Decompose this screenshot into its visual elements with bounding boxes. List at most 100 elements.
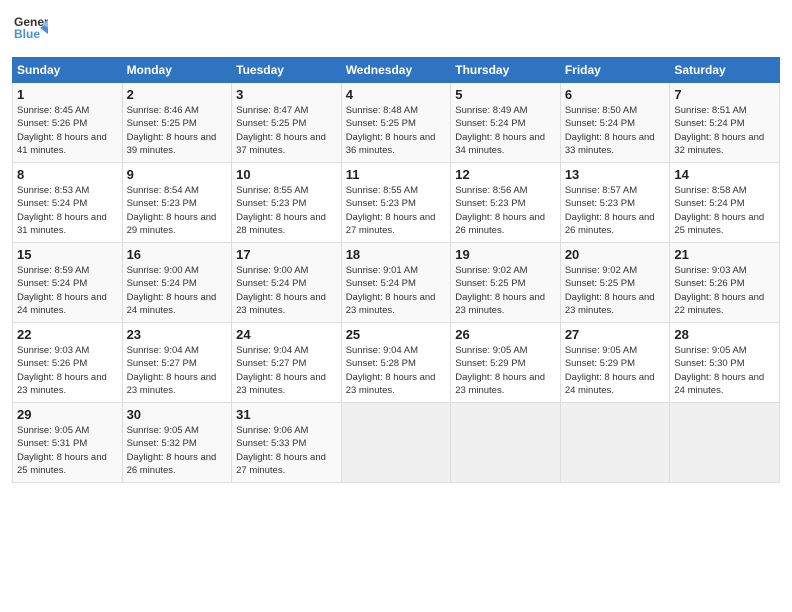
day-number: 21 bbox=[674, 247, 775, 262]
calendar-week-3: 15 Sunrise: 8:59 AMSunset: 5:24 PMDayligh… bbox=[13, 243, 780, 323]
day-cell-26: 26Sunrise: 9:05 AMSunset: 5:29 PMDayligh… bbox=[451, 323, 561, 403]
day-cell-25: 25 Sunrise: 9:04 AMSunset: 5:28 PMDayligh… bbox=[341, 323, 451, 403]
day-cell-27: 27 Sunrise: 9:05 AMSunset: 5:29 PMDayligh… bbox=[560, 323, 670, 403]
day-info: Sunrise: 8:45 AMSunset: 5:26 PMDaylight:… bbox=[17, 104, 118, 157]
day-number: 15 bbox=[17, 247, 118, 262]
day-info: Sunrise: 9:03 AMSunset: 5:26 PMDaylight:… bbox=[674, 264, 775, 317]
day-number: 9 bbox=[127, 167, 228, 182]
day-info: Sunrise: 8:57 AMSunset: 5:23 PMDaylight:… bbox=[565, 184, 666, 237]
day-cell-14: 14Sunrise: 8:58 AMSunset: 5:24 PMDayligh… bbox=[670, 163, 780, 243]
day-number: 29 bbox=[17, 407, 118, 422]
day-info: Sunrise: 8:54 AMSunset: 5:23 PMDaylight:… bbox=[127, 184, 228, 237]
day-cell-17: 17 Sunrise: 9:00 AMSunset: 5:24 PMDayligh… bbox=[232, 243, 342, 323]
day-info: Sunrise: 8:56 AMSunset: 5:23 PMDaylight:… bbox=[455, 184, 556, 237]
day-info: Sunrise: 8:53 AMSunset: 5:24 PMDaylight:… bbox=[17, 184, 118, 237]
day-of-week-monday: Monday bbox=[122, 58, 232, 83]
day-number: 20 bbox=[565, 247, 666, 262]
calendar-week-2: 8 Sunrise: 8:53 AMSunset: 5:24 PMDaylight… bbox=[13, 163, 780, 243]
day-number: 2 bbox=[127, 87, 228, 102]
empty-cell bbox=[670, 403, 780, 483]
svg-text:Blue: Blue bbox=[14, 27, 40, 41]
day-cell-13: 13 Sunrise: 8:57 AMSunset: 5:23 PMDayligh… bbox=[560, 163, 670, 243]
day-info: Sunrise: 8:59 AMSunset: 5:24 PMDaylight:… bbox=[17, 264, 118, 317]
day-info: Sunrise: 9:00 AMSunset: 5:24 PMDaylight:… bbox=[127, 264, 228, 317]
empty-cell bbox=[451, 403, 561, 483]
day-number: 25 bbox=[346, 327, 447, 342]
day-number: 4 bbox=[346, 87, 447, 102]
day-of-week-thursday: Thursday bbox=[451, 58, 561, 83]
day-number: 8 bbox=[17, 167, 118, 182]
day-number: 23 bbox=[127, 327, 228, 342]
calendar-week-4: 22 Sunrise: 9:03 AMSunset: 5:26 PMDayligh… bbox=[13, 323, 780, 403]
day-of-week-friday: Friday bbox=[560, 58, 670, 83]
day-number: 17 bbox=[236, 247, 337, 262]
day-cell-18: 18Sunrise: 9:01 AMSunset: 5:24 PMDayligh… bbox=[341, 243, 451, 323]
day-number: 26 bbox=[455, 327, 556, 342]
day-number: 1 bbox=[17, 87, 118, 102]
day-info: Sunrise: 8:55 AMSunset: 5:23 PMDaylight:… bbox=[346, 184, 447, 237]
day-info: Sunrise: 9:04 AMSunset: 5:27 PMDaylight:… bbox=[236, 344, 337, 397]
day-number: 19 bbox=[455, 247, 556, 262]
day-info: Sunrise: 9:06 AMSunset: 5:33 PMDaylight:… bbox=[236, 424, 337, 477]
day-number: 31 bbox=[236, 407, 337, 422]
day-cell-19: 19 Sunrise: 9:02 AMSunset: 5:25 PMDayligh… bbox=[451, 243, 561, 323]
day-number: 3 bbox=[236, 87, 337, 102]
logo-icon: General Blue bbox=[12, 10, 48, 46]
day-info: Sunrise: 8:47 AMSunset: 5:25 PMDaylight:… bbox=[236, 104, 337, 157]
day-info: Sunrise: 9:02 AMSunset: 5:25 PMDaylight:… bbox=[455, 264, 556, 317]
day-number: 5 bbox=[455, 87, 556, 102]
logo: General Blue bbox=[12, 10, 48, 51]
day-cell-16: 16Sunrise: 9:00 AMSunset: 5:24 PMDayligh… bbox=[122, 243, 232, 323]
day-of-week-wednesday: Wednesday bbox=[341, 58, 451, 83]
day-info: Sunrise: 8:58 AMSunset: 5:24 PMDaylight:… bbox=[674, 184, 775, 237]
calendar-week-1: 1 Sunrise: 8:45 AMSunset: 5:26 PMDaylight… bbox=[13, 83, 780, 163]
day-cell-15: 15 Sunrise: 8:59 AMSunset: 5:24 PMDayligh… bbox=[13, 243, 123, 323]
day-info: Sunrise: 9:05 AMSunset: 5:32 PMDaylight:… bbox=[127, 424, 228, 477]
day-info: Sunrise: 8:49 AMSunset: 5:24 PMDaylight:… bbox=[455, 104, 556, 157]
day-number: 10 bbox=[236, 167, 337, 182]
day-number: 11 bbox=[346, 167, 447, 182]
day-cell-23: 23 Sunrise: 9:04 AMSunset: 5:27 PMDayligh… bbox=[122, 323, 232, 403]
day-info: Sunrise: 9:00 AMSunset: 5:24 PMDaylight:… bbox=[236, 264, 337, 317]
day-number: 12 bbox=[455, 167, 556, 182]
day-cell-9: 9 Sunrise: 8:54 AMSunset: 5:23 PMDaylight… bbox=[122, 163, 232, 243]
day-of-week-saturday: Saturday bbox=[670, 58, 780, 83]
day-cell-8: 8 Sunrise: 8:53 AMSunset: 5:24 PMDaylight… bbox=[13, 163, 123, 243]
day-number: 30 bbox=[127, 407, 228, 422]
calendar-header: SundayMondayTuesdayWednesdayThursdayFrid… bbox=[13, 58, 780, 83]
day-info: Sunrise: 9:03 AMSunset: 5:26 PMDaylight:… bbox=[17, 344, 118, 397]
day-cell-21: 21 Sunrise: 9:03 AMSunset: 5:26 PMDayligh… bbox=[670, 243, 780, 323]
day-info: Sunrise: 9:05 AMSunset: 5:29 PMDaylight:… bbox=[565, 344, 666, 397]
day-number: 13 bbox=[565, 167, 666, 182]
day-cell-31: 31 Sunrise: 9:06 AMSunset: 5:33 PMDayligh… bbox=[232, 403, 342, 483]
empty-cell bbox=[341, 403, 451, 483]
day-cell-28: 28 Sunrise: 9:05 AMSunset: 5:30 PMDayligh… bbox=[670, 323, 780, 403]
day-info: Sunrise: 8:51 AMSunset: 5:24 PMDaylight:… bbox=[674, 104, 775, 157]
day-cell-2: 2 Sunrise: 8:46 AMSunset: 5:25 PMDaylight… bbox=[122, 83, 232, 163]
day-cell-1: 1 Sunrise: 8:45 AMSunset: 5:26 PMDaylight… bbox=[13, 83, 123, 163]
day-info: Sunrise: 8:46 AMSunset: 5:25 PMDaylight:… bbox=[127, 104, 228, 157]
day-info: Sunrise: 9:05 AMSunset: 5:31 PMDaylight:… bbox=[17, 424, 118, 477]
day-cell-4: 4 Sunrise: 8:48 AMSunset: 5:25 PMDaylight… bbox=[341, 83, 451, 163]
day-info: Sunrise: 8:55 AMSunset: 5:23 PMDaylight:… bbox=[236, 184, 337, 237]
day-cell-24: 24 Sunrise: 9:04 AMSunset: 5:27 PMDayligh… bbox=[232, 323, 342, 403]
day-of-week-sunday: Sunday bbox=[13, 58, 123, 83]
day-number: 28 bbox=[674, 327, 775, 342]
day-number: 24 bbox=[236, 327, 337, 342]
day-cell-22: 22 Sunrise: 9:03 AMSunset: 5:26 PMDayligh… bbox=[13, 323, 123, 403]
day-info: Sunrise: 9:01 AMSunset: 5:24 PMDaylight:… bbox=[346, 264, 447, 317]
day-info: Sunrise: 9:04 AMSunset: 5:28 PMDaylight:… bbox=[346, 344, 447, 397]
day-number: 27 bbox=[565, 327, 666, 342]
day-number: 22 bbox=[17, 327, 118, 342]
day-number: 6 bbox=[565, 87, 666, 102]
day-info: Sunrise: 9:05 AMSunset: 5:30 PMDaylight:… bbox=[674, 344, 775, 397]
day-cell-12: 12 Sunrise: 8:56 AMSunset: 5:23 PMDayligh… bbox=[451, 163, 561, 243]
empty-cell bbox=[560, 403, 670, 483]
day-info: Sunrise: 8:50 AMSunset: 5:24 PMDaylight:… bbox=[565, 104, 666, 157]
day-of-week-tuesday: Tuesday bbox=[232, 58, 342, 83]
day-info: Sunrise: 8:48 AMSunset: 5:25 PMDaylight:… bbox=[346, 104, 447, 157]
day-cell-10: 10 Sunrise: 8:55 AMSunset: 5:23 PMDayligh… bbox=[232, 163, 342, 243]
day-cell-5: 5 Sunrise: 8:49 AMSunset: 5:24 PMDaylight… bbox=[451, 83, 561, 163]
day-info: Sunrise: 9:04 AMSunset: 5:27 PMDaylight:… bbox=[127, 344, 228, 397]
day-cell-11: 11 Sunrise: 8:55 AMSunset: 5:23 PMDayligh… bbox=[341, 163, 451, 243]
